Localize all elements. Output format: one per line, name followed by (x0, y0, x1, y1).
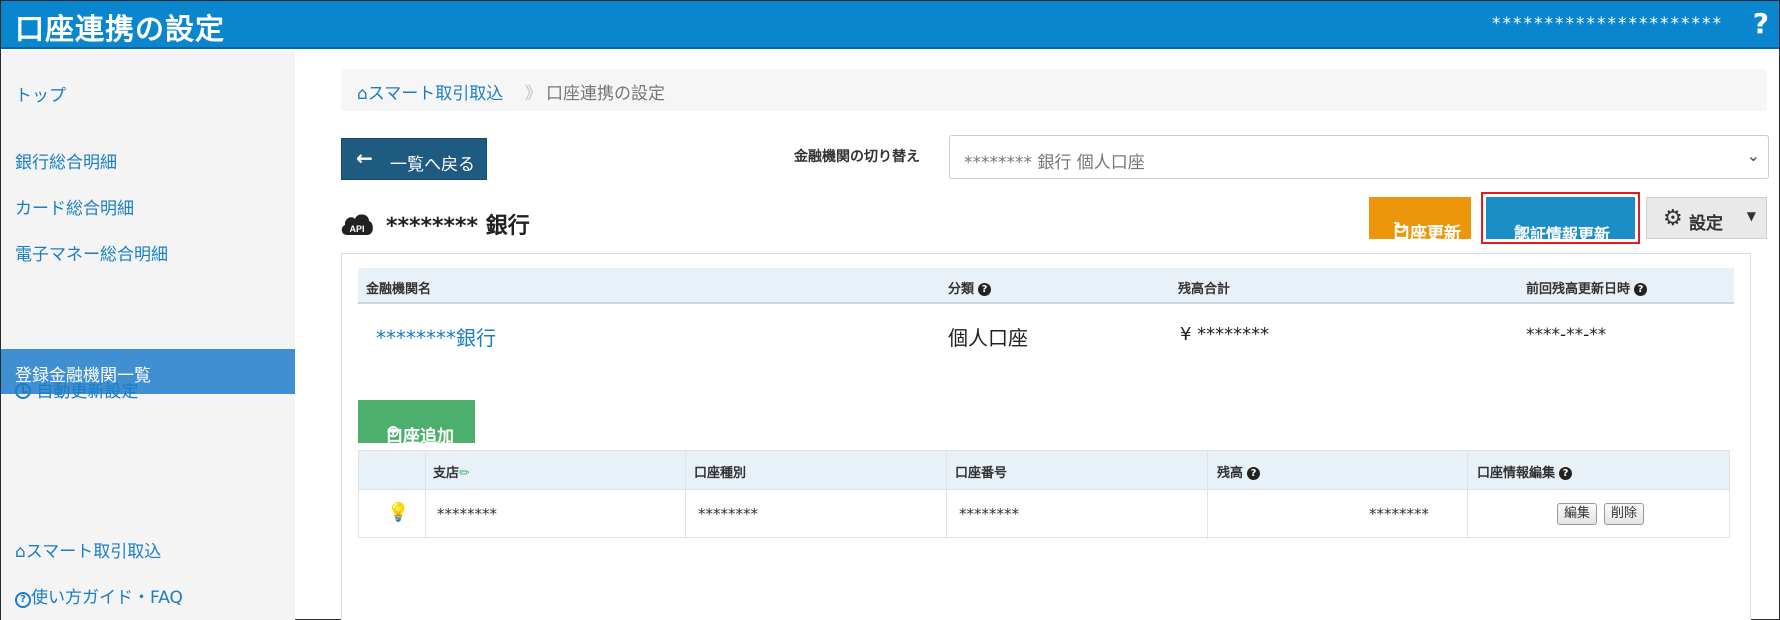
col-header-edit-account: 口座情報編集? (1477, 462, 1573, 481)
sidebar-item-top[interactable]: トップ (15, 81, 66, 106)
caret-down-icon: ▼ (1746, 209, 1756, 223)
breadcrumb-current: 口座連携の設定 (546, 84, 665, 104)
add-account-button[interactable]: ⊕ 口座追加 (358, 400, 475, 447)
help-icon[interactable]: ? (1753, 7, 1769, 40)
home-icon: ⌂ (357, 84, 368, 104)
institution-panel: 金融機関名 分類? 残高合計 前回残高更新日時? ********銀行 個人口座… (341, 253, 1751, 620)
breadcrumb-separator: 》 (525, 84, 542, 104)
clock-icon (15, 383, 31, 399)
account-type-value: ******** (698, 505, 758, 523)
sidebar-item-card-details[interactable]: カード総合明細 (15, 194, 134, 219)
account-number-value: ******** (959, 505, 1019, 523)
sidebar-item-label: スマート取引取込 (25, 542, 162, 562)
arrow-left-icon: ← (356, 146, 373, 170)
balance-value: ******** (1369, 505, 1429, 523)
back-button-label: 一覧へ戻る (390, 155, 475, 175)
auth-button-label: 認証情報更新 (1514, 225, 1611, 244)
question-icon[interactable]: ? (1634, 283, 1648, 296)
col-header-account-number: 口座番号 (955, 466, 1008, 481)
summary-table-header: 金融機関名 分類? 残高合計 前回残高更新日時? (358, 268, 1734, 304)
col-header-category: 分類? (948, 278, 992, 297)
institution-switch-select[interactable]: ******** 銀行 個人口座 ⌄ (949, 135, 1769, 179)
auth-info-update-button[interactable]: ✎ 認証情報更新 (1486, 197, 1635, 244)
bank-name-link[interactable]: ********銀行 (376, 322, 496, 351)
sidebar-item-smart-import[interactable]: ⌂スマート取引取込 (15, 537, 161, 562)
question-icon[interactable]: ? (1559, 467, 1573, 480)
row-divider (359, 489, 1729, 490)
settings-button-label: 設定 (1689, 214, 1723, 234)
gear-icon: ⚙ (1663, 206, 1683, 231)
col-header-balance: 残高? (1217, 462, 1261, 481)
question-icon[interactable]: ? (978, 283, 992, 296)
breadcrumb-home[interactable]: ⌂スマート取引取込 (357, 79, 503, 104)
highlight-box: ✎ 認証情報更新 (1481, 192, 1640, 244)
col-header-institution: 金融機関名 (366, 282, 432, 297)
sidebar-item-bank-details[interactable]: 銀行総合明細 (15, 148, 117, 173)
chevron-down-icon: ⌄ (1746, 146, 1760, 165)
settings-dropdown-button[interactable]: ⚙ 設定 ▼ (1646, 197, 1767, 239)
sidebar-item-auto-update[interactable]: 自動更新設定 (15, 377, 138, 402)
sidebar-item-label: 使い方ガイド・FAQ (31, 588, 183, 608)
institution-switch-value: ******** 銀行 個人口座 (964, 153, 1145, 173)
app-header: 口座連携の設定 ********************** ? (1, 1, 1779, 49)
back-to-list-button[interactable]: ← 一覧へ戻る (341, 138, 487, 180)
table-row: 💡 ******** ******** ******** ******** 編集… (359, 489, 1729, 539)
column-divider (685, 451, 686, 539)
account-update-button[interactable]: ↻ 口座更新 (1369, 197, 1471, 244)
category-value: 個人口座 (948, 326, 1028, 350)
bank-title: ******** 銀行 (386, 214, 530, 239)
add-account-label: 口座追加 (386, 427, 454, 447)
page-title: 口座連携の設定 (15, 12, 226, 46)
col-header-last-updated: 前回残高更新日時? (1526, 278, 1648, 297)
home-icon: ⌂ (15, 542, 26, 562)
edit-account-button[interactable]: 編集 (1557, 503, 1598, 525)
breadcrumb: ⌂スマート取引取込 》 口座連携の設定 (341, 69, 1767, 111)
accounts-table-header: 支店✏ 口座種別 口座番号 残高? 口座情報編集? (359, 451, 1729, 489)
question-icon[interactable]: ? (1247, 467, 1261, 480)
sidebar-item-guide-faq[interactable]: ? 使い方ガイド・FAQ (15, 583, 183, 609)
update-button-label: 口座更新 (1393, 224, 1461, 244)
column-divider (946, 451, 947, 539)
api-badge-text: API (349, 224, 364, 234)
lightbulb-icon[interactable]: 💡 (387, 502, 409, 523)
col-header-account-type: 口座種別 (694, 466, 747, 481)
api-cloud-icon: API (341, 214, 373, 235)
last-updated-value: ****-**-** (1526, 325, 1607, 345)
sidebar-item-label: 自動更新設定 (36, 382, 139, 402)
breadcrumb-home-label: スマート取引取込 (367, 84, 504, 104)
institution-switch-label: 金融機関の切り替え (794, 149, 920, 165)
sidebar: トップ 銀行総合明細 カード総合明細 電子マネー総合明細 登録金融機関一覧 自動… (1, 51, 295, 620)
user-account-name[interactable]: ********************** (1492, 14, 1723, 34)
pencil-icon[interactable]: ✏ (459, 466, 470, 481)
column-divider (1467, 451, 1468, 539)
col-header-branch: 支店✏ (433, 466, 470, 481)
accounts-table: 支店✏ 口座種別 口座番号 残高? 口座情報編集? 💡 ******** ***… (358, 450, 1730, 539)
summary-row: ********銀行 個人口座 ¥ ******** ****-**-** (358, 306, 1734, 362)
total-balance-value: ¥ ******** (1180, 324, 1270, 345)
sidebar-item-emoney-details[interactable]: 電子マネー総合明細 (15, 240, 168, 265)
delete-account-button[interactable]: 削除 (1604, 503, 1645, 525)
column-divider (425, 451, 426, 539)
branch-value: ******** (437, 505, 497, 523)
question-circle-icon: ? (15, 592, 31, 608)
column-divider (1207, 451, 1208, 539)
col-header-total: 残高合計 (1178, 282, 1231, 297)
